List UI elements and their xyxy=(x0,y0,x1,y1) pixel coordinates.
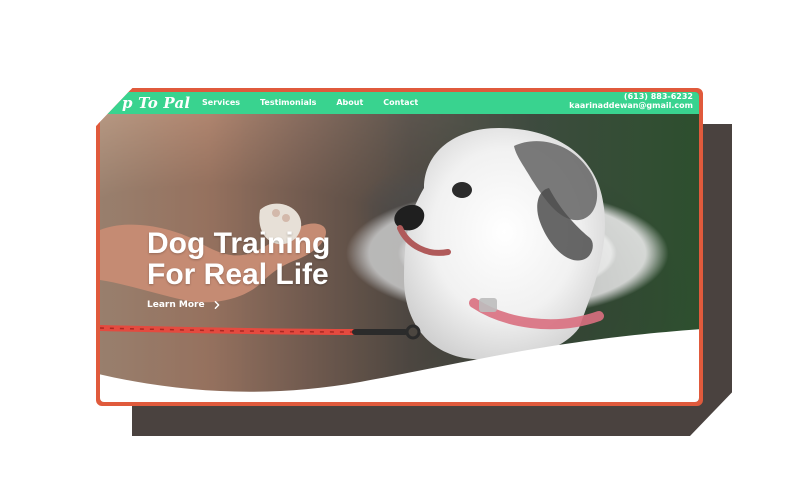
learn-more-link[interactable]: Learn More xyxy=(147,300,221,310)
chevron-right-icon xyxy=(214,301,219,309)
learn-more-label: Learn More xyxy=(147,300,205,310)
contact-phone[interactable]: (613) 883-6232 xyxy=(569,92,693,101)
contact-info: (613) 883-6232 kaarinaddewan@gmail.com xyxy=(569,92,693,110)
nav-link-services[interactable]: Services xyxy=(202,98,240,107)
nav-link-contact[interactable]: Contact xyxy=(383,98,418,107)
nav-link-about[interactable]: About xyxy=(336,98,363,107)
nav-links: Services Testimonials About Contact xyxy=(202,98,418,107)
site-logo[interactable]: p To Pal xyxy=(122,94,190,112)
website-preview-card: p To Pal Services Testimonials About Con… xyxy=(96,88,703,406)
hero-bottom-wave xyxy=(100,328,699,402)
hero-headline-line-1: Dog Training xyxy=(147,227,331,260)
website-preview: p To Pal Services Testimonials About Con… xyxy=(100,92,699,402)
contact-email[interactable]: kaarinaddewan@gmail.com xyxy=(569,101,693,110)
nav-link-testimonials[interactable]: Testimonials xyxy=(260,98,316,107)
hero-headline-line-2: For Real Life xyxy=(147,258,329,291)
hero-headline: Dog Training For Real Life xyxy=(147,228,330,290)
top-navigation: p To Pal Services Testimonials About Con… xyxy=(100,92,699,114)
